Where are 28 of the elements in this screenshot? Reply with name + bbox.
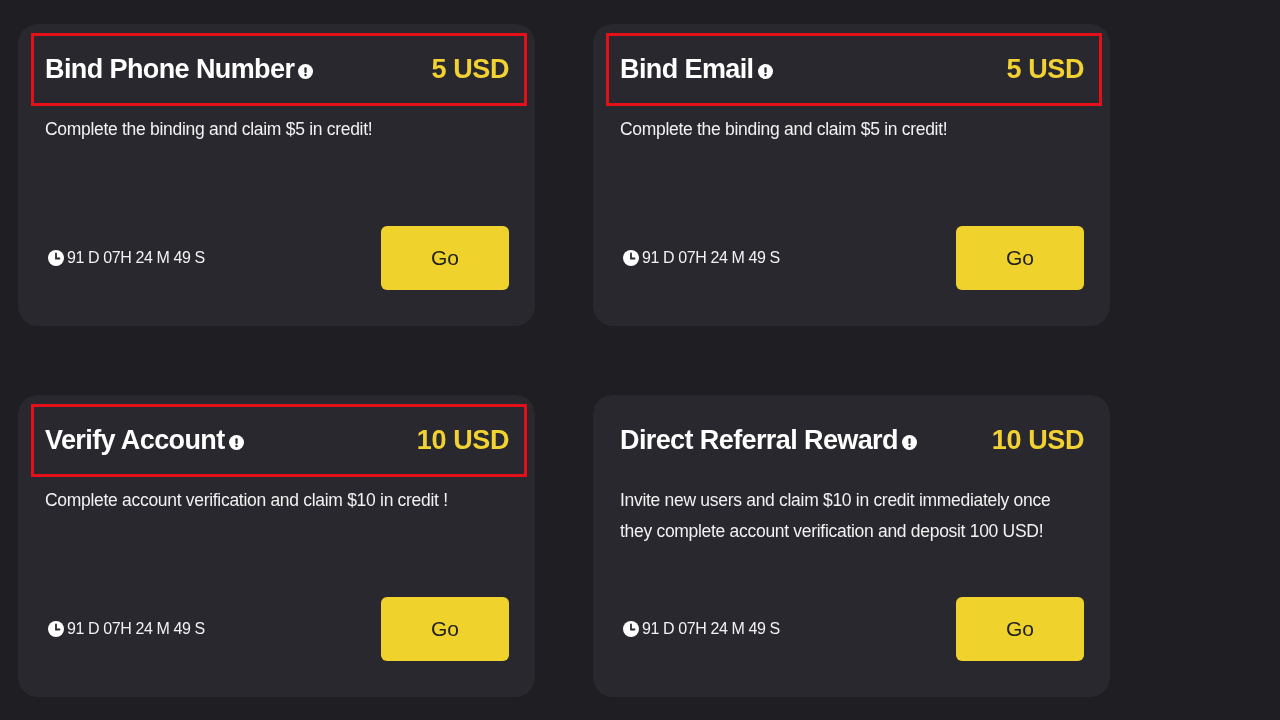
info-icon[interactable] <box>228 434 244 450</box>
task-title: Bind Email <box>620 54 754 85</box>
clock-icon <box>48 250 64 266</box>
task-title: Verify Account <box>45 425 225 456</box>
task-description: Complete the binding and claim $5 in credit! <box>45 118 374 141</box>
task-title: Bind Phone Number <box>45 54 295 85</box>
countdown-timer: 91 D 07H 24 M 49 S <box>642 620 780 638</box>
go-button[interactable]: Go <box>381 597 509 661</box>
task-description: Complete account verification and claim $10 in credit ! <box>45 489 449 512</box>
reward-amount: 10 USD <box>991 425 1084 456</box>
clock-icon <box>623 250 639 266</box>
reward-amount: 5 USD <box>1006 54 1084 85</box>
clock-icon <box>48 621 64 637</box>
task-description: Invite new users and claim $10 in credit immediately once they complete account verification and deposit 100 USD! <box>620 489 1052 543</box>
reward-amount: 10 USD <box>416 425 509 456</box>
go-button[interactable]: Go <box>956 226 1084 290</box>
info-icon[interactable] <box>757 63 773 79</box>
clock-icon <box>623 621 639 637</box>
task-description: Complete the binding and claim $5 in credit! <box>620 118 949 141</box>
reward-amount: 5 USD <box>431 54 509 85</box>
countdown-timer: 91 D 07H 24 M 49 S <box>67 249 205 267</box>
info-icon[interactable] <box>901 434 917 450</box>
countdown-timer: 91 D 07H 24 M 49 S <box>642 249 780 267</box>
info-icon[interactable] <box>298 63 314 79</box>
go-button[interactable]: Go <box>381 226 509 290</box>
countdown-timer: 91 D 07H 24 M 49 S <box>67 620 205 638</box>
go-button[interactable]: Go <box>956 597 1084 661</box>
task-title: Direct Referral Reward <box>620 425 898 456</box>
